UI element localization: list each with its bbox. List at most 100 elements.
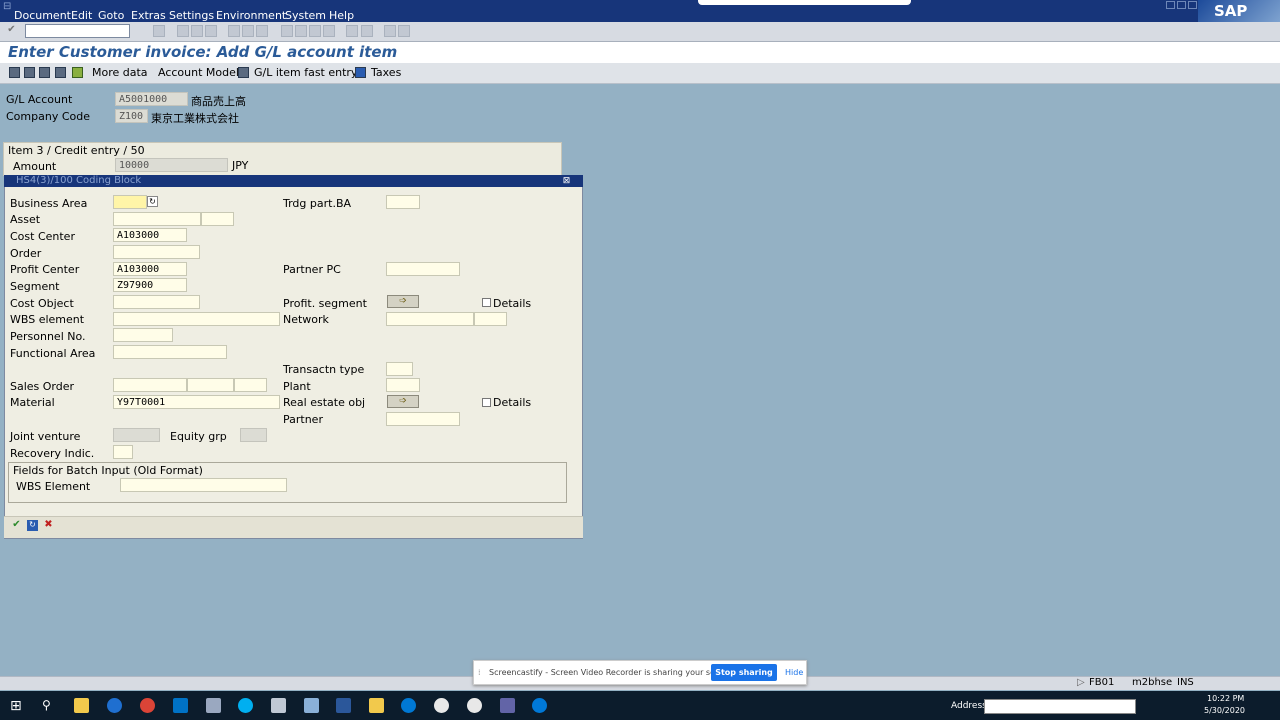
drag-handle-icon[interactable]: ⁞ [478, 668, 481, 677]
teams-icon[interactable] [500, 698, 515, 713]
file-explorer-icon[interactable] [74, 698, 89, 713]
app-icon-4[interactable] [434, 698, 449, 713]
details-checkbox-1[interactable] [482, 298, 491, 307]
plant-label: Plant [283, 380, 311, 393]
material-field[interactable]: Y97T0001 [113, 395, 280, 409]
network-field[interactable] [386, 312, 474, 326]
display-icon[interactable] [9, 67, 20, 78]
search-help-icon[interactable]: ↻ [147, 196, 158, 207]
sap-menu-icon[interactable]: ⊟ [3, 1, 11, 12]
sap-logon-icon[interactable] [206, 698, 221, 713]
schedule-line-field[interactable] [234, 378, 267, 392]
menu-environment[interactable]: Environment [216, 9, 286, 22]
overview-icon[interactable] [24, 67, 35, 78]
sales-order-item-field[interactable] [187, 378, 234, 392]
edge-icon[interactable] [532, 698, 547, 713]
transactn-type-label: Transactn type [283, 363, 365, 376]
help-icon[interactable] [384, 25, 396, 37]
sales-order-field[interactable] [113, 378, 187, 392]
windows-start-icon[interactable]: ⊞ [10, 698, 22, 714]
app-icon-3[interactable] [401, 698, 416, 713]
trdg-part-ba-label: Trdg part.BA [283, 197, 352, 210]
copy-icon[interactable] [55, 67, 66, 78]
menu-settings[interactable]: Settings [169, 9, 214, 22]
transactn-type-field[interactable] [386, 362, 413, 376]
menu-document[interactable]: Document [14, 9, 71, 22]
network-activity-field[interactable] [474, 312, 507, 326]
chrome-icon[interactable] [140, 698, 155, 713]
search-icon[interactable]: ⚲ [42, 698, 51, 712]
folder-icon[interactable] [369, 698, 384, 713]
enter-icon[interactable]: ✔ [6, 25, 17, 36]
minimize-icon[interactable] [1166, 1, 1175, 9]
status-expand-icon[interactable]: ▷ [1077, 677, 1085, 688]
last-page-icon[interactable] [323, 25, 335, 37]
new-session-icon[interactable] [346, 25, 358, 37]
menu-edit[interactable]: Edit [71, 9, 92, 22]
menu-goto[interactable]: Goto [98, 9, 124, 22]
taxes-button[interactable]: Taxes [371, 66, 401, 79]
fast-entry-icon[interactable] [238, 67, 249, 78]
taxes-icon[interactable] [355, 67, 366, 78]
prev-page-icon[interactable] [295, 25, 307, 37]
app-icon-5[interactable] [467, 698, 482, 713]
partner-field[interactable] [386, 412, 460, 426]
address-input[interactable] [984, 699, 1136, 714]
plant-field[interactable] [386, 378, 420, 392]
cost-center-field[interactable]: A103000 [113, 228, 187, 242]
ie-icon[interactable] [107, 698, 122, 713]
partner-pc-field[interactable] [386, 262, 460, 276]
find-next-icon[interactable] [256, 25, 268, 37]
app-icon-1[interactable] [271, 698, 286, 713]
functional-area-field[interactable] [113, 345, 227, 359]
shortcut-icon[interactable] [361, 25, 373, 37]
layout-icon[interactable] [398, 25, 410, 37]
back-icon[interactable] [177, 25, 189, 37]
skype-icon[interactable] [238, 698, 253, 713]
next-page-icon[interactable] [309, 25, 321, 37]
stop-sharing-button[interactable]: Stop sharing [711, 664, 777, 681]
find-icon[interactable] [242, 25, 254, 37]
business-area-field[interactable] [113, 195, 147, 209]
cost-object-field[interactable] [113, 295, 200, 309]
app-icon-2[interactable] [304, 698, 319, 713]
menu-help[interactable]: Help [329, 9, 354, 22]
refresh-icon[interactable]: ↻ [27, 520, 38, 531]
maximize-icon[interactable] [1177, 1, 1186, 9]
outlook-icon[interactable] [173, 698, 188, 713]
cancel-icon[interactable] [205, 25, 217, 37]
details-label-1: Details [493, 297, 532, 310]
recovery-indic-field[interactable] [113, 445, 133, 459]
trdg-part-ba-field[interactable] [386, 195, 420, 209]
print-icon[interactable] [228, 25, 240, 37]
confirm-icon[interactable]: ✔ [11, 520, 22, 531]
more-data-button[interactable]: More data [92, 66, 148, 79]
save-icon[interactable] [153, 25, 165, 37]
real-estate-obj-button[interactable]: ➩ [387, 395, 419, 408]
dialog-close-icon[interactable]: ⊠ [561, 176, 572, 187]
menu-system[interactable]: System [285, 9, 326, 22]
asset-field[interactable] [113, 212, 201, 226]
more-data-icon[interactable] [72, 67, 83, 78]
close-window-icon[interactable] [1188, 1, 1197, 9]
first-page-icon[interactable] [281, 25, 293, 37]
profit-center-field[interactable]: A103000 [113, 262, 187, 276]
segment-field[interactable]: Z97900 [113, 278, 187, 292]
cancel-dialog-icon[interactable]: ✖ [43, 520, 54, 531]
menu-extras[interactable]: Extras [131, 9, 166, 22]
word-icon[interactable] [336, 698, 351, 713]
batch-wbs-field[interactable] [120, 478, 287, 492]
exit-icon[interactable] [191, 25, 203, 37]
asset-subnumber-field[interactable] [201, 212, 234, 226]
account-model-button[interactable]: Account Model [158, 66, 239, 79]
gl-fast-entry-button[interactable]: G/L item fast entry [254, 66, 357, 79]
post-icon[interactable] [39, 67, 50, 78]
wbs-element-field[interactable] [113, 312, 280, 326]
personnel-no-field[interactable] [113, 328, 173, 342]
details-checkbox-2[interactable] [482, 398, 491, 407]
order-field[interactable] [113, 245, 200, 259]
command-field[interactable] [25, 24, 130, 38]
hide-button[interactable]: Hide [785, 668, 803, 677]
profit-segment-button[interactable]: ➩ [387, 295, 419, 308]
material-label: Material [10, 396, 55, 409]
